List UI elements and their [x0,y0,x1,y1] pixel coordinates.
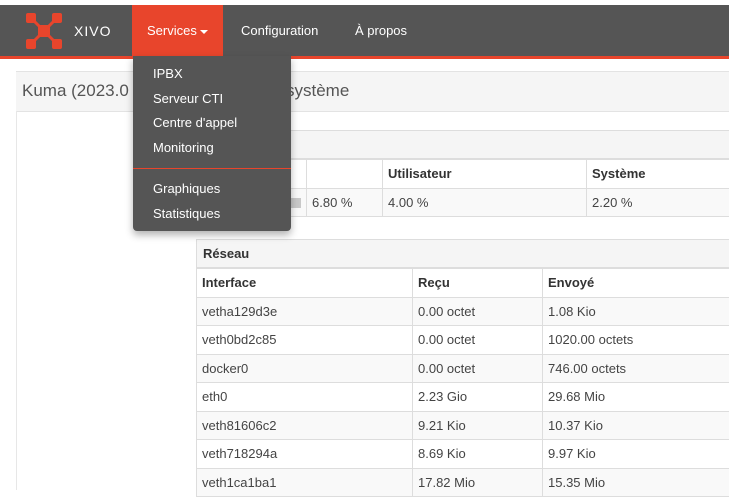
menu-item-centre-appel[interactable]: Centre d'appel [153,115,237,130]
brand-name: XIVO [74,23,111,39]
menu-divider [133,168,291,169]
menu-item-graphiques[interactable]: Graphiques [153,181,220,196]
received-cell: 8.69 Kio [413,440,543,469]
page-title: Kuma (2023.0 [22,81,129,101]
menu-item-statistiques[interactable]: Statistiques [153,206,220,221]
content-divider [16,111,17,490]
received-cell: 0.00 octet [413,326,543,355]
menu-item-ipbx[interactable]: IPBX [153,66,183,81]
received-cell: 17.82 Mio [413,468,543,497]
xivo-logo-icon [24,11,64,51]
table-row: veth718294a 8.69 Kio 9.97 Kio [197,440,729,469]
table-row: eth0 2.23 Gio 29.68 Mio [197,383,729,412]
interface-cell: docker0 [197,354,413,383]
table-row: docker0 0.00 octet 746.00 octets [197,354,729,383]
network-header-row: Interface Reçu Envoyé [197,269,729,298]
received-cell: 0.00 octet [413,354,543,383]
cpu-system-cell: 2.20 % [587,188,729,217]
page-title-tail: système [286,81,349,101]
cpu-col-header [307,160,383,189]
nav-services[interactable]: Services [132,5,223,56]
received-cell: 2.23 Gio [413,383,543,412]
sent-cell: 1.08 Kio [543,297,729,326]
received-cell: 9.21 Kio [413,411,543,440]
sent-cell: 29.68 Mio [543,383,729,412]
services-dropdown-menu: IPBX Serveur CTI Centre d'appel Monitori… [133,56,291,231]
nav-configuration[interactable]: Configuration [226,5,333,56]
received-cell: 0.00 octet [413,297,543,326]
network-table: Interface Reçu Envoyé vetha129d3e 0.00 o… [196,268,729,497]
nav-about[interactable]: À propos [340,5,422,56]
nav-services-label: Services [147,23,197,38]
interface-cell: veth81606c2 [197,411,413,440]
page-header: Kuma (2023.0 système [16,71,729,112]
caret-down-icon [200,30,208,34]
cpu-col-header: Utilisateur [383,160,587,189]
top-navbar: XIVO Services Configuration À propos [0,5,729,59]
interface-cell: vetha129d3e [197,297,413,326]
sent-cell: 15.35 Mio [543,468,729,497]
network-col-interface: Interface [197,269,413,298]
cpu-total-cell: 6.80 % [307,188,383,217]
nav-configuration-label: Configuration [241,23,318,38]
table-row: vetha129d3e 0.00 octet 1.08 Kio [197,297,729,326]
nav-about-label: À propos [355,23,407,38]
interface-cell: veth718294a [197,440,413,469]
network-panel-heading: Réseau [196,239,729,268]
network-col-sent: Envoyé [543,269,729,298]
table-row: veth0bd2c85 0.00 octet 1020.00 octets [197,326,729,355]
interface-cell: veth1ca1ba1 [197,468,413,497]
interface-cell: veth0bd2c85 [197,326,413,355]
brand-link[interactable]: XIVO [24,11,111,51]
table-row: veth1ca1ba1 17.82 Mio 15.35 Mio [197,468,729,497]
table-row: veth81606c2 9.21 Kio 10.37 Kio [197,411,729,440]
sent-cell: 9.97 Kio [543,440,729,469]
network-col-received: Reçu [413,269,543,298]
menu-item-monitoring[interactable]: Monitoring [153,140,214,155]
sent-cell: 1020.00 octets [543,326,729,355]
menu-item-serveur-cti[interactable]: Serveur CTI [153,91,223,106]
interface-cell: eth0 [197,383,413,412]
sent-cell: 10.37 Kio [543,411,729,440]
cpu-user-cell: 4.00 % [383,188,587,217]
cpu-col-header: Système [587,160,729,189]
network-panel-title: Réseau [203,246,249,261]
sent-cell: 746.00 octets [543,354,729,383]
